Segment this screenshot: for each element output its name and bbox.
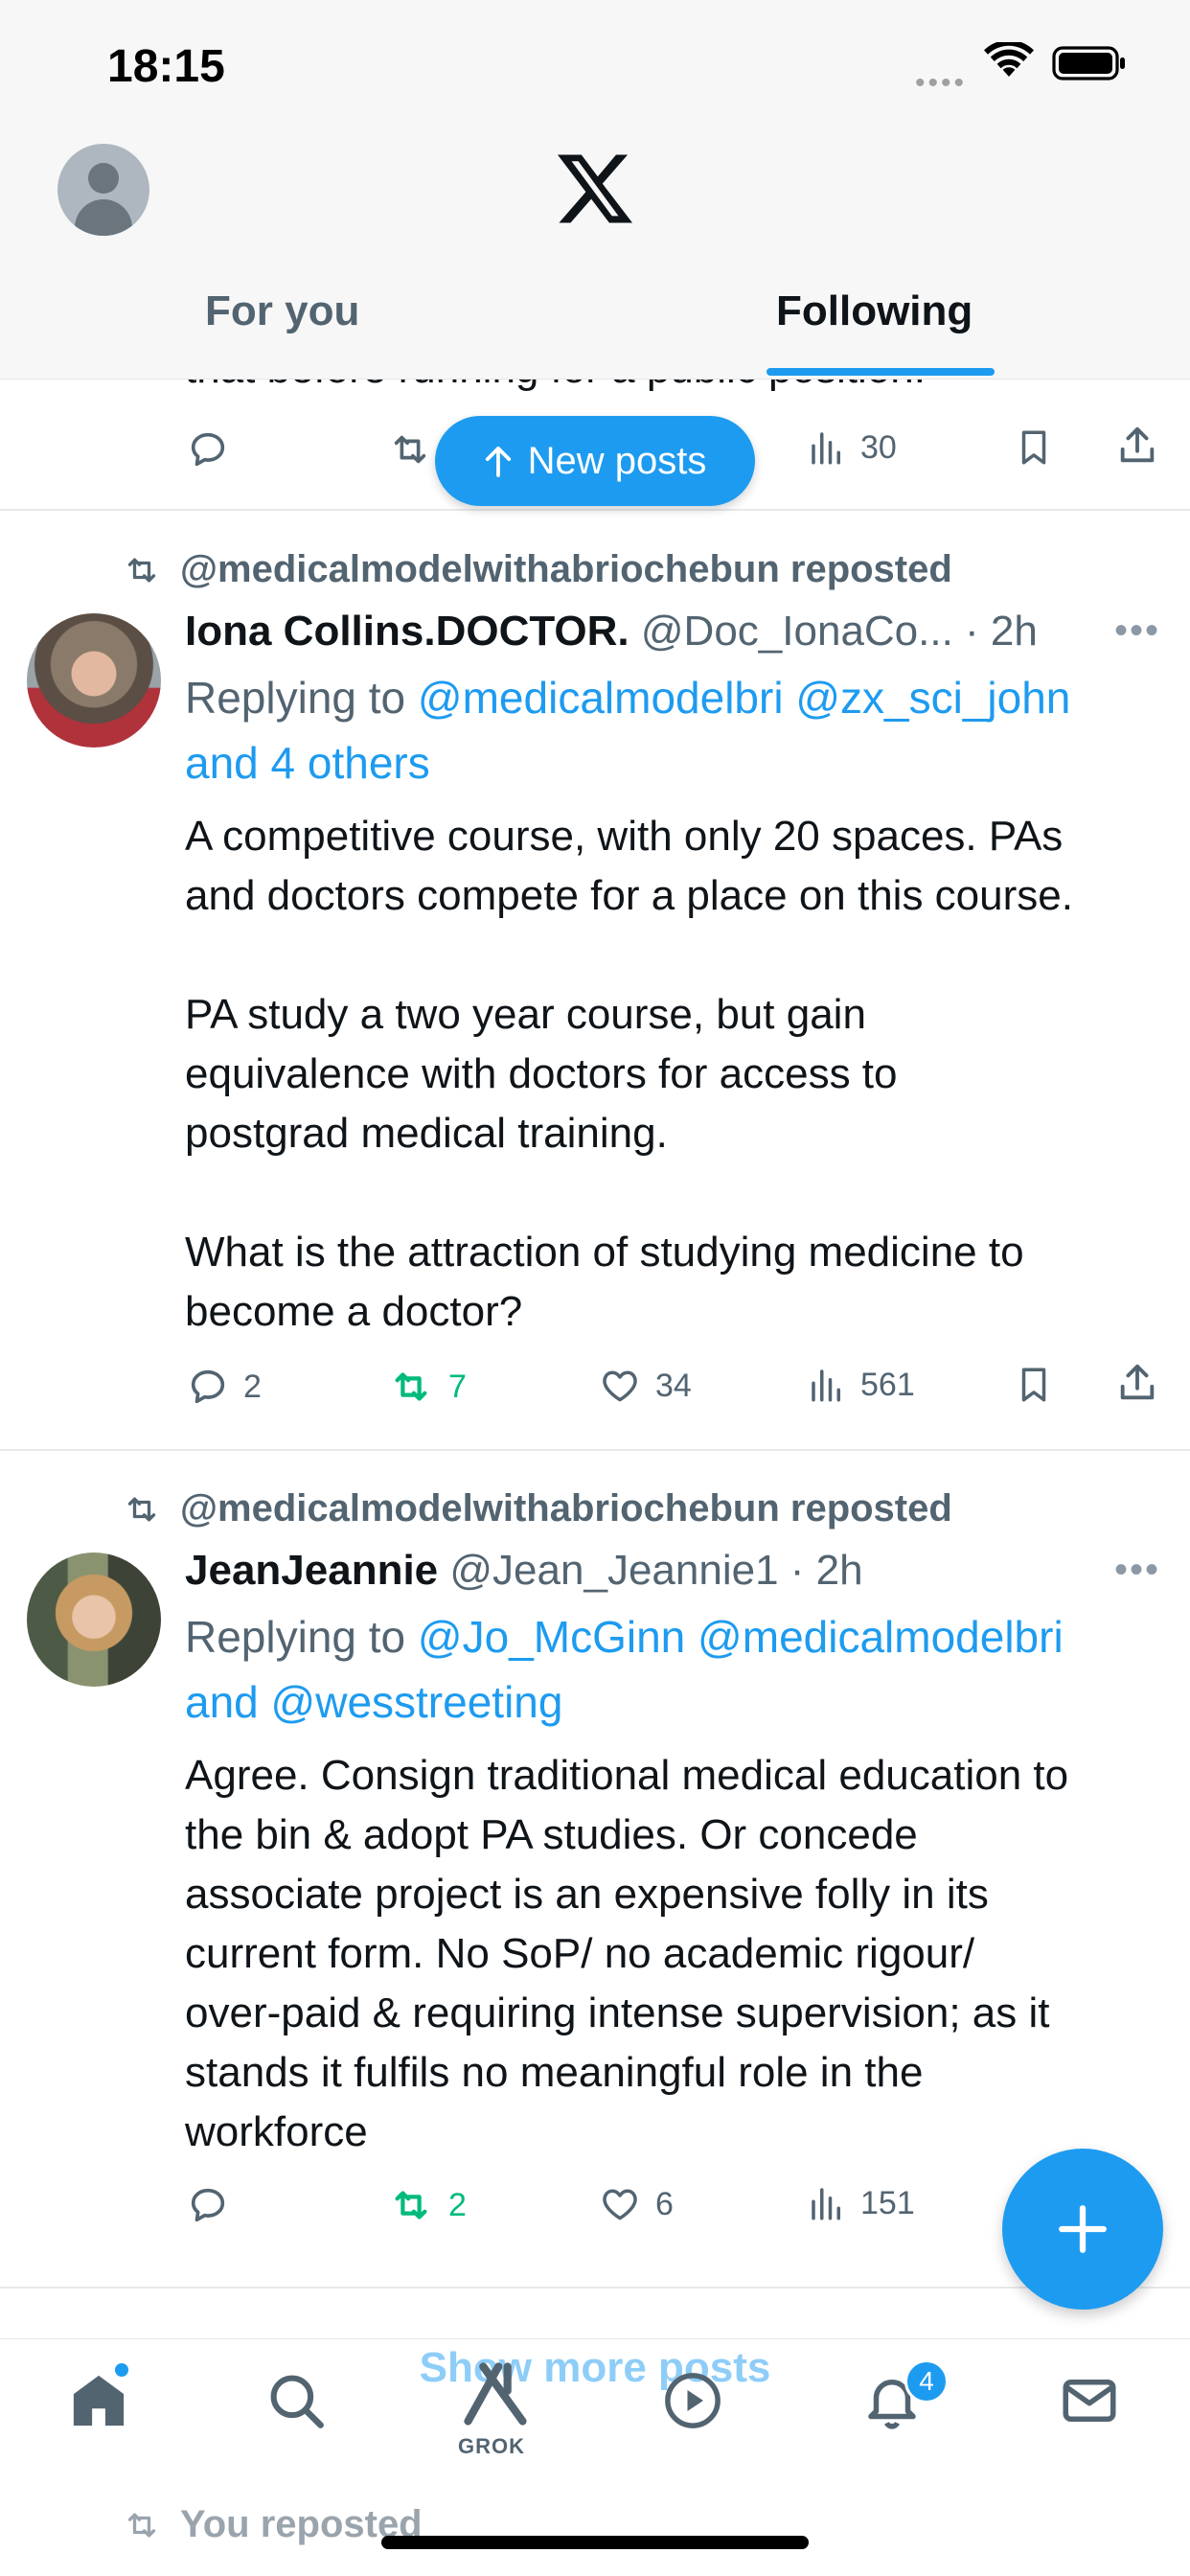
home-icon[interactable] <box>67 2369 130 2432</box>
home-indicator <box>381 2536 809 2549</box>
divider <box>0 2287 1190 2288</box>
x-logo-icon <box>558 154 632 223</box>
handle-and-time: @Doc_IonaCo... · 2h <box>640 608 1038 655</box>
chart-icon <box>812 2188 840 2220</box>
views-count[interactable]: 561 <box>807 1365 915 1405</box>
repost-attribution: You reposted <box>121 2503 423 2546</box>
search-icon[interactable] <box>264 2369 328 2432</box>
reply-icon <box>191 1369 225 1404</box>
share-icon <box>1120 1364 1155 1400</box>
mention-link[interactable]: and 4 others <box>185 738 430 788</box>
home-unread-dot <box>115 2363 128 2377</box>
post-author[interactable]: JeanJeannie @Jean_Jeannie1 · 2h <box>185 1547 863 1595</box>
mention-link[interactable]: @medicalmodelbri @zx_sci_john <box>418 673 1070 723</box>
display-name[interactable]: Iona Collins.DOCTOR. <box>185 608 629 655</box>
handle-and-time: @Jean_Jeannie1 · 2h <box>449 1547 863 1594</box>
battery-icon <box>1052 46 1125 80</box>
active-tab-indicator <box>767 368 995 376</box>
wifi-icon <box>984 42 1034 77</box>
repost-button[interactable]: 2 <box>387 2183 467 2227</box>
repost-icon <box>394 435 426 464</box>
more-options-icon[interactable]: ••• <box>1114 1549 1160 1592</box>
bookmark-button[interactable] <box>1014 426 1054 470</box>
heart-icon <box>603 2189 637 2220</box>
replying-to: Replying to @medicalmodelbri @zx_sci_joh… <box>185 673 1071 788</box>
post-text: A competitive course, with only 20 space… <box>185 813 1073 1335</box>
repost-button[interactable] <box>387 427 433 472</box>
post-author[interactable]: Iona Collins.DOCTOR. @Doc_IonaCo... · 2h <box>185 608 1038 656</box>
signal-dots-icon: •••• <box>915 67 968 99</box>
plus-icon <box>1059 2205 1107 2253</box>
views-count[interactable]: 151 <box>807 2183 915 2223</box>
divider <box>0 509 1190 511</box>
repost-attribution[interactable]: @medicalmodelwithabriochebun reposted <box>121 548 952 591</box>
divider <box>0 1449 1190 1451</box>
top-header: 18:15 •••• For you Following <box>0 0 1190 380</box>
repost-icon <box>127 1497 156 1521</box>
tab-for-you[interactable]: For you <box>205 288 359 335</box>
mail-icon[interactable] <box>1058 2369 1121 2432</box>
views-count[interactable]: 30 <box>807 427 897 468</box>
avatar[interactable] <box>27 613 161 748</box>
heart-icon <box>603 1370 637 1402</box>
reply-button[interactable] <box>186 2183 230 2227</box>
status-bar: 18:15 •••• <box>0 0 1190 134</box>
share-icon <box>1120 426 1155 463</box>
bookmark-button[interactable] <box>1014 1363 1054 1407</box>
repost-button[interactable]: 7 <box>387 1365 467 1409</box>
like-button[interactable]: 34 <box>598 1365 692 1407</box>
mention-link[interactable]: @Jo_McGinn @medicalmodelbri <box>418 1612 1064 1662</box>
show-more-posts-button[interactable]: Show more posts <box>0 2344 1190 2392</box>
display-name[interactable]: JeanJeannie <box>185 1547 438 1594</box>
avatar[interactable] <box>27 1552 161 1687</box>
tab-following[interactable]: Following <box>776 288 973 335</box>
grok-label: GROK <box>458 2434 525 2458</box>
play-icon[interactable] <box>661 2369 724 2432</box>
bookmark-icon <box>1021 1368 1046 1402</box>
reply-icon <box>191 2188 225 2222</box>
repost-icon <box>127 2513 156 2537</box>
post-text: Agree. Consign traditional medical educa… <box>185 1752 1069 2155</box>
reply-button[interactable] <box>186 427 230 472</box>
reply-button[interactable]: 2 <box>186 1365 262 1409</box>
arrow-up-icon <box>485 447 511 477</box>
repost-icon <box>395 2191 427 2220</box>
replying-to: Replying to @Jo_McGinn @medicalmodelbri … <box>185 1612 1064 1727</box>
repost-icon <box>395 1372 427 1401</box>
bookmark-icon <box>1021 430 1046 465</box>
chart-icon <box>812 1369 840 1402</box>
repost-attribution[interactable]: @medicalmodelwithabriochebun reposted <box>121 1487 952 1530</box>
grok-icon[interactable] <box>458 2358 533 2430</box>
new-posts-button[interactable]: New posts <box>435 416 755 506</box>
mention-link[interactable]: @wesstreeting <box>271 1677 563 1727</box>
more-options-icon[interactable]: ••• <box>1114 610 1160 653</box>
chart-icon <box>812 432 840 465</box>
status-time: 18:15 <box>107 41 225 92</box>
share-button[interactable] <box>1115 1361 1159 1405</box>
notification-badge: 4 <box>904 2359 949 2404</box>
repost-icon <box>127 558 156 582</box>
like-button[interactable]: 6 <box>598 2183 674 2225</box>
share-button[interactable] <box>1115 424 1159 468</box>
reply-icon <box>191 432 225 467</box>
profile-avatar[interactable] <box>57 144 149 236</box>
compose-button[interactable] <box>1002 2149 1163 2310</box>
